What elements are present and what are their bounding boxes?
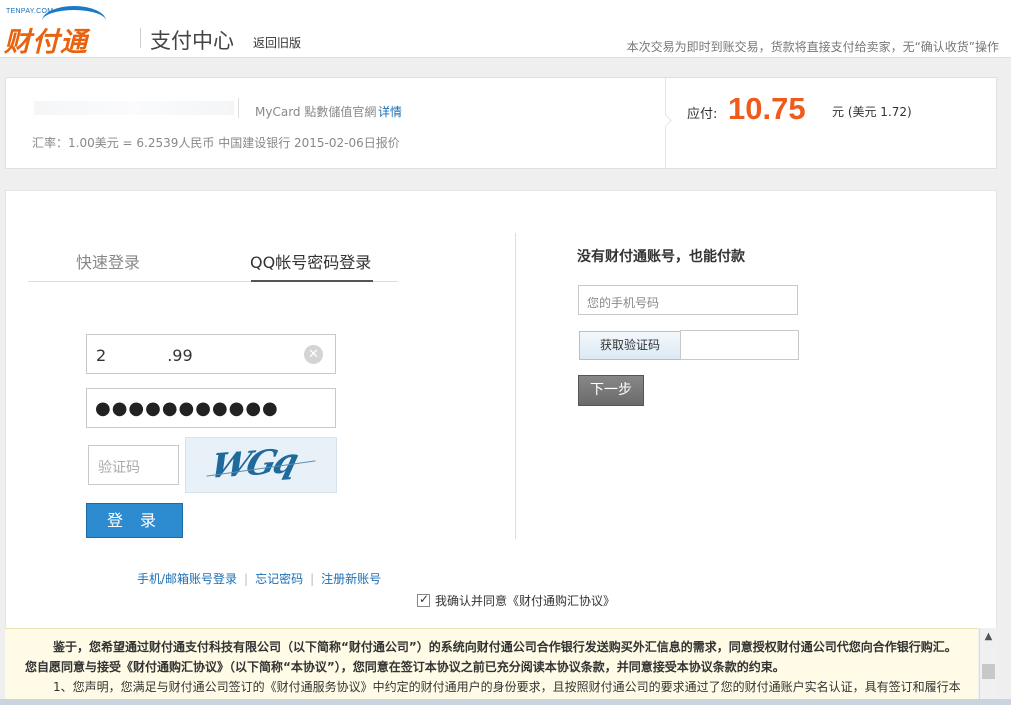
tab-qq-password-login[interactable]: QQ帐号密码登录 xyxy=(250,249,371,273)
get-code-button[interactable]: 获取验证码 xyxy=(579,331,681,360)
account-value: 2 .99 xyxy=(96,346,193,365)
captcha-image[interactable]: WGq xyxy=(185,437,337,493)
scroll-thumb[interactable] xyxy=(982,664,995,679)
agreement-text-box: 鉴于，您希望通过财付通支付科技有限公司（以下简称“财付通公司”）的系统向财付通公… xyxy=(5,628,978,705)
page-title: 支付中心 xyxy=(150,29,234,53)
link-separator: | xyxy=(244,572,249,586)
exchange-rate: 汇率：1.00美元 = 6.2539人民币 中国建设银行 2015-02-06日… xyxy=(32,136,400,150)
captcha-input[interactable]: 验证码 xyxy=(88,445,179,485)
os-taskbar xyxy=(0,699,1011,705)
login-button[interactable]: 登 录 xyxy=(86,503,183,538)
agreement-scrollbar[interactable]: ▲ xyxy=(979,628,997,705)
register-link[interactable]: 注册新账号 xyxy=(321,572,381,586)
captcha-placeholder: 验证码 xyxy=(98,460,140,476)
order-summary: MyCard 點數儲值官網 详情 汇率：1.00美元 = 6.2539人民币 中… xyxy=(5,77,997,169)
scroll-up-icon[interactable]: ▲ xyxy=(980,628,997,645)
phone-placeholder: 您的手机号码 xyxy=(587,296,660,310)
guest-pay-title: 没有财付通账号，也能付款 xyxy=(577,249,745,265)
tab-quick-login[interactable]: 快速登录 xyxy=(76,249,140,273)
login-links: 手机/邮箱账号登录 | 忘记密码 | 注册新账号 xyxy=(137,570,381,587)
back-to-old-version-link[interactable]: 返回旧版 xyxy=(253,34,301,51)
payment-panel: 快速登录 QQ帐号密码登录 2 .99 ✕ ●●●●●●●●●●● 验证码 WG… xyxy=(5,190,997,630)
password-value: ●●●●●●●●●●● xyxy=(95,398,279,419)
link-separator: | xyxy=(310,572,315,586)
password-input[interactable]: ●●●●●●●●●●● xyxy=(86,388,336,428)
panel-divider xyxy=(515,233,516,539)
phone-input[interactable]: 您的手机号码 xyxy=(578,285,798,315)
account-input[interactable]: 2 .99 ✕ xyxy=(86,334,336,374)
amount-due: 10.75 xyxy=(728,91,806,126)
divider-arrow xyxy=(659,114,672,127)
forgot-password-link[interactable]: 忘记密码 xyxy=(255,572,303,586)
transaction-notice: 本次交易为即时到账交易，货款将直接支付给卖家，无“确认收货”操作 xyxy=(626,40,999,54)
redacted-order-info xyxy=(34,101,234,115)
header-divider xyxy=(140,28,141,48)
amount-due-label: 应付: xyxy=(687,107,718,122)
agreement-paragraph-1: 鉴于，您希望通过财付通支付科技有限公司（以下简称“财付通公司”）的系统向财付通公… xyxy=(25,640,957,674)
logo-name: 财付通 xyxy=(4,27,88,58)
agreement-checkbox-row: 我确认并同意《财付通购汇协议》 xyxy=(417,592,615,609)
agree-checkbox[interactable] xyxy=(417,592,430,607)
agree-label: 我确认并同意《财付通购汇协议》 xyxy=(435,594,616,608)
phone-email-login-link[interactable]: 手机/邮箱账号登录 xyxy=(137,572,237,586)
summary-divider xyxy=(238,98,239,118)
sms-code-input[interactable] xyxy=(680,330,799,360)
top-header: TENPAY.COM 财付通 支付中心 返回旧版 本次交易为即时到账交易，货款将… xyxy=(0,0,1011,58)
amount-unit: 元 (美元 1.72) xyxy=(832,105,912,119)
details-link[interactable]: 详情 xyxy=(378,103,402,120)
next-step-button[interactable]: 下一步 xyxy=(578,375,644,406)
merchant-name: MyCard 點數儲值官網 xyxy=(255,105,377,119)
clear-icon[interactable]: ✕ xyxy=(304,345,323,364)
tenpay-logo[interactable]: TENPAY.COM 财付通 xyxy=(4,6,132,58)
active-tab-indicator xyxy=(251,280,373,282)
